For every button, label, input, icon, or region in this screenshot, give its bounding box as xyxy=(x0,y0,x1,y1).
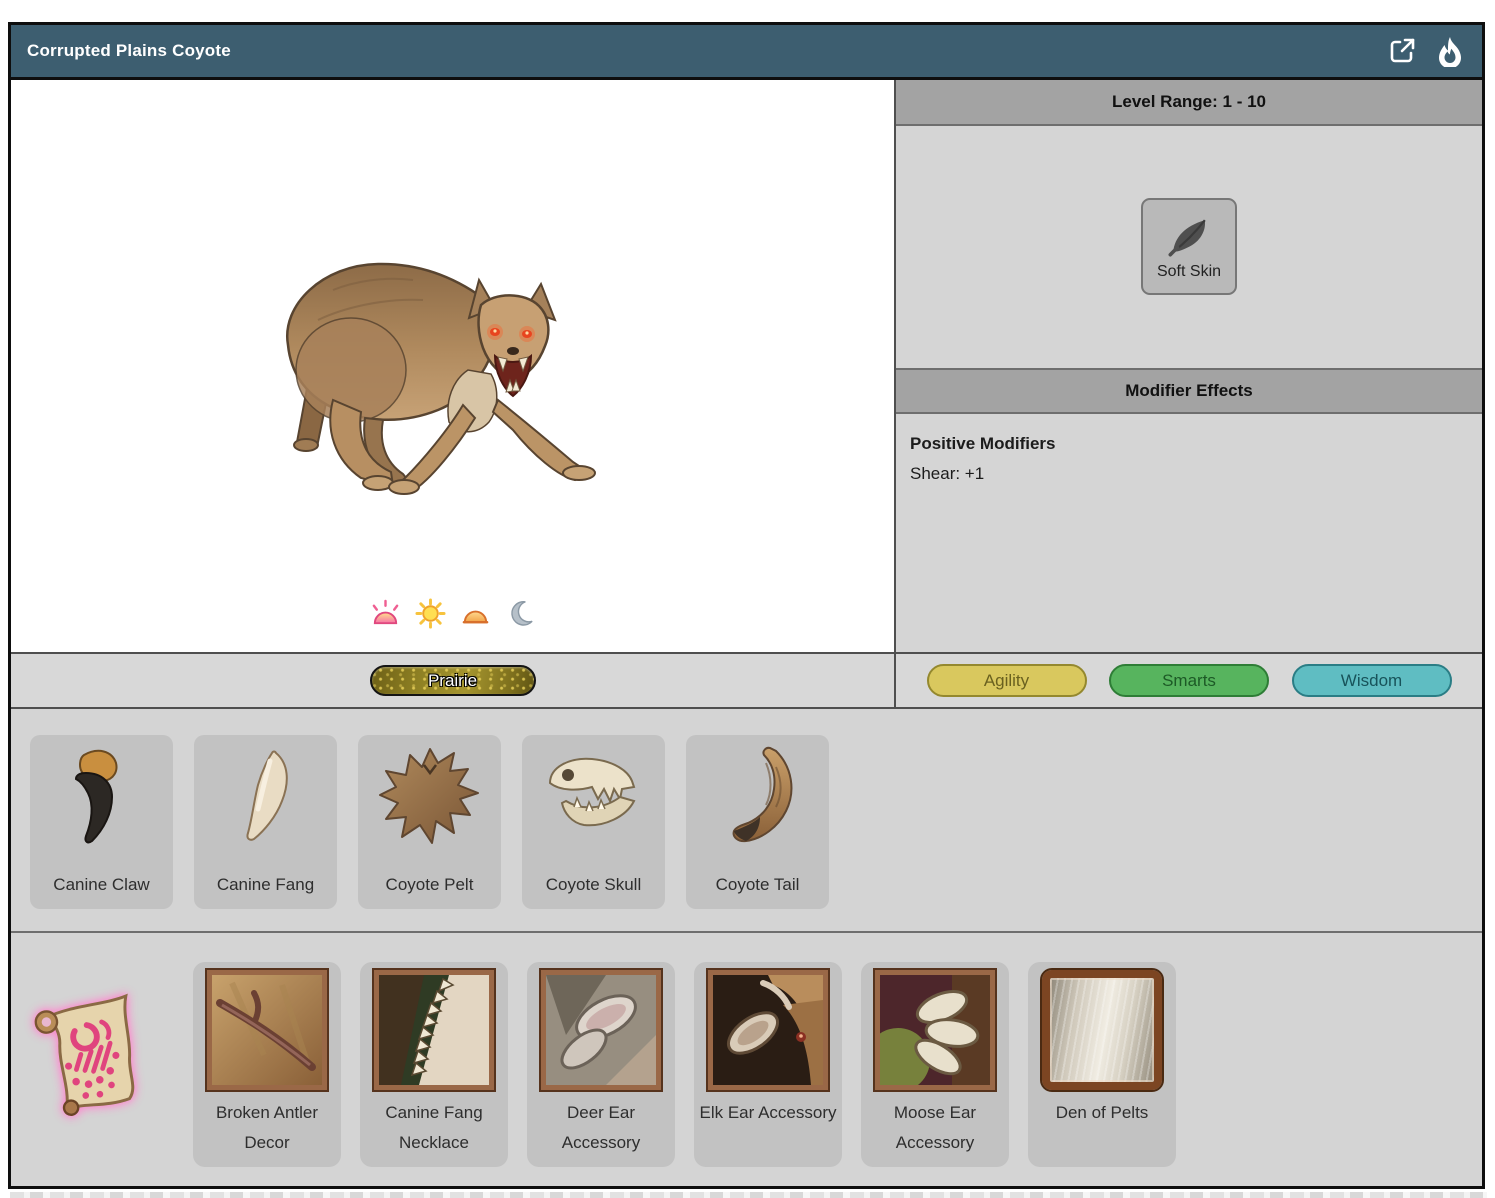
loot-card-moose-ear-accessory[interactable]: Moose Ear Accessory xyxy=(861,962,1009,1167)
external-link-icon[interactable] xyxy=(1386,35,1418,67)
den-of-pelts-image xyxy=(1042,970,1162,1090)
drop-label: Canine Claw xyxy=(30,875,173,895)
modifier-effects-body: Positive Modifiers Shear: +1 xyxy=(896,414,1482,652)
stats-cell: Agility Smarts Wisdom xyxy=(896,654,1482,707)
coyote-pelt-icon xyxy=(374,743,486,855)
buff-label: Soft Skin xyxy=(1157,263,1221,281)
moose-ear-accessory-image xyxy=(875,970,995,1090)
main-content: Level Range: 1 - 10 Soft Skin Modifier E… xyxy=(11,80,1482,652)
encounter-window: Corrupted Plains Coyote xyxy=(8,22,1485,1189)
positive-modifiers-title: Positive Modifiers xyxy=(910,434,1468,454)
biome-cell: Prairie xyxy=(11,654,896,707)
stat-button-smarts[interactable]: Smarts xyxy=(1109,664,1269,697)
page: Corrupted Plains Coyote xyxy=(0,0,1495,1198)
loot-label: Den of Pelts xyxy=(1028,1098,1176,1128)
canine-fang-necklace-image xyxy=(374,970,494,1090)
modifier-entry: Shear: +1 xyxy=(910,464,1468,484)
special-drops-section: Broken Antler Decor xyxy=(11,933,1482,1186)
loot-card-canine-fang-necklace[interactable]: Canine Fang Necklace xyxy=(360,962,508,1167)
drop-card-canine-claw[interactable]: Canine Claw xyxy=(30,735,173,909)
loot-label: Canine Fang Necklace xyxy=(360,1098,508,1158)
buff-soft-skin[interactable]: Soft Skin xyxy=(1141,198,1237,295)
loot-card-broken-antler-decor[interactable]: Broken Antler Decor xyxy=(193,962,341,1167)
elk-ear-accessory-image xyxy=(708,970,828,1090)
loot-label: Deer Ear Accessory xyxy=(527,1098,675,1158)
loot-label: Moose Ear Accessory xyxy=(861,1098,1009,1158)
drop-card-coyote-tail[interactable]: Coyote Tail xyxy=(686,735,829,909)
drops-section: Canine Claw Canine Fang Coyote Pelt xyxy=(11,709,1482,933)
stat-button-agility[interactable]: Agility xyxy=(927,664,1087,697)
canine-fang-icon xyxy=(210,743,322,855)
canine-claw-icon xyxy=(46,743,158,855)
page-bottom-edge xyxy=(10,1192,1487,1198)
feather-icon xyxy=(1166,213,1212,259)
loot-label: Elk Ear Accessory xyxy=(694,1098,842,1128)
loot-card-deer-ear-accessory[interactable]: Deer Ear Accessory xyxy=(527,962,675,1167)
creature-pane xyxy=(11,80,896,652)
modifier-effects-bar: Modifier Effects xyxy=(896,368,1482,414)
sunset-icon xyxy=(460,598,491,629)
sun-icon xyxy=(415,598,446,629)
buff-area: Soft Skin xyxy=(896,126,1482,368)
drop-label: Coyote Pelt xyxy=(358,875,501,895)
coyote-tail-icon xyxy=(702,743,814,855)
drop-label: Canine Fang xyxy=(194,875,337,895)
drop-label: Coyote Tail xyxy=(686,875,829,895)
drop-card-canine-fang[interactable]: Canine Fang xyxy=(194,735,337,909)
broken-antler-decor-image xyxy=(207,970,327,1090)
active-times xyxy=(11,598,894,629)
deer-ear-accessory-image xyxy=(541,970,661,1090)
drop-card-coyote-skull[interactable]: Coyote Skull xyxy=(522,735,665,909)
loot-row: Broken Antler Decor xyxy=(193,962,1176,1167)
drop-card-coyote-pelt[interactable]: Coyote Pelt xyxy=(358,735,501,909)
sunrise-icon xyxy=(370,598,401,629)
loot-card-elk-ear-accessory[interactable]: Elk Ear Accessory xyxy=(694,962,842,1167)
info-pane: Level Range: 1 - 10 Soft Skin Modifier E… xyxy=(896,80,1482,652)
fire-icon[interactable] xyxy=(1434,35,1466,67)
coyote-skull-icon xyxy=(538,743,650,855)
loot-card-den-of-pelts[interactable]: Den of Pelts xyxy=(1028,962,1176,1167)
page-title: Corrupted Plains Coyote xyxy=(27,41,231,61)
biome-button-prairie[interactable]: Prairie xyxy=(370,665,536,696)
corrupted-plains-coyote-illustration xyxy=(273,250,633,510)
moon-icon xyxy=(505,598,536,629)
biome-stats-strip: Prairie Agility Smarts Wisdom xyxy=(11,652,1482,709)
title-bar: Corrupted Plains Coyote xyxy=(11,25,1482,80)
level-range-bar: Level Range: 1 - 10 xyxy=(896,80,1482,126)
stat-button-wisdom[interactable]: Wisdom xyxy=(1292,664,1452,697)
title-bar-icons xyxy=(1386,35,1466,67)
glowing-scroll-icon[interactable] xyxy=(26,991,158,1121)
drop-label: Coyote Skull xyxy=(522,875,665,895)
loot-label: Broken Antler Decor xyxy=(193,1098,341,1158)
